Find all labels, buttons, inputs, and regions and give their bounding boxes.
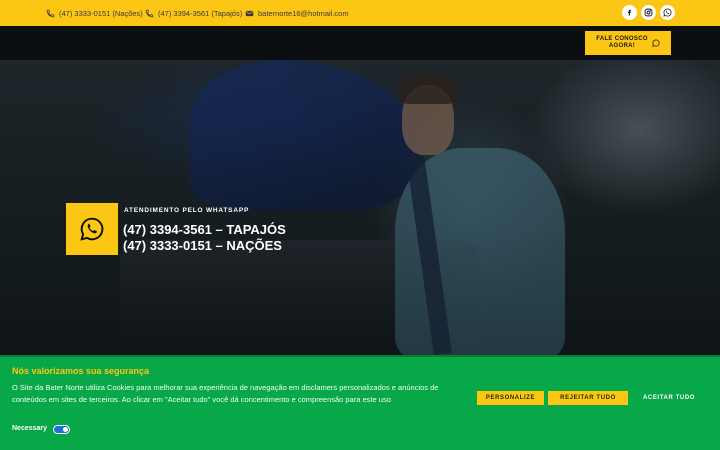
contact-now-label: FALE CONOSCO AGORA! — [596, 36, 648, 49]
cookie-text: O Site da Bater Norte utiliza Cookies pa… — [12, 383, 439, 404]
whatsapp-icon[interactable] — [660, 5, 675, 20]
phone-nacoes-link[interactable]: (47) 3333-0151 – NAÇÕES — [123, 238, 282, 253]
instagram-icon[interactable] — [641, 5, 656, 20]
facebook-icon[interactable] — [622, 5, 637, 20]
email-text: baternorte16@hotmail.com — [258, 8, 349, 18]
reject-all-button[interactable]: REJEITAR TUDO — [548, 391, 628, 405]
necessary-label: Necessary — [12, 425, 48, 432]
phone-tapajos-link[interactable]: (47) 3394-3561 – TAPAJÓS — [123, 222, 286, 237]
cookie-title: Nós valorizamos sua segurança — [12, 366, 150, 376]
contact-email[interactable]: baternorte16@hotmail.com — [244, 0, 349, 26]
phone-nacoes-text: (47) 3333-0151 (Nações) — [59, 8, 143, 18]
phone-icon — [144, 8, 154, 18]
contact-now-button[interactable]: FALE CONOSCO AGORA! — [585, 31, 671, 55]
phone-tapajos-text: (47) 3394-3561 (Tapajós) — [158, 8, 243, 18]
toggle-knob — [63, 427, 68, 432]
top-bar: (47) 3333-0151 (Nações) (47) 3394-3561 (… — [0, 0, 720, 26]
necessary-toggle[interactable] — [53, 425, 70, 434]
contact-phone-nacoes[interactable]: (47) 3333-0151 (Nações) — [45, 0, 143, 26]
contact-phone-tapajos[interactable]: (47) 3394-3561 (Tapajós) — [144, 0, 242, 26]
whatsapp-icon — [652, 39, 660, 47]
envelope-icon — [244, 8, 254, 18]
whatsapp-icon — [80, 217, 104, 241]
personalize-button[interactable]: PERSONALIZE — [477, 391, 544, 405]
whatsapp-service-label: ATENDIMENTO PELO WHATSAPP — [124, 207, 250, 214]
accept-all-button[interactable]: ACEITAR TUDO — [634, 391, 704, 405]
whatsapp-box[interactable] — [66, 203, 118, 255]
phone-icon — [45, 8, 55, 18]
